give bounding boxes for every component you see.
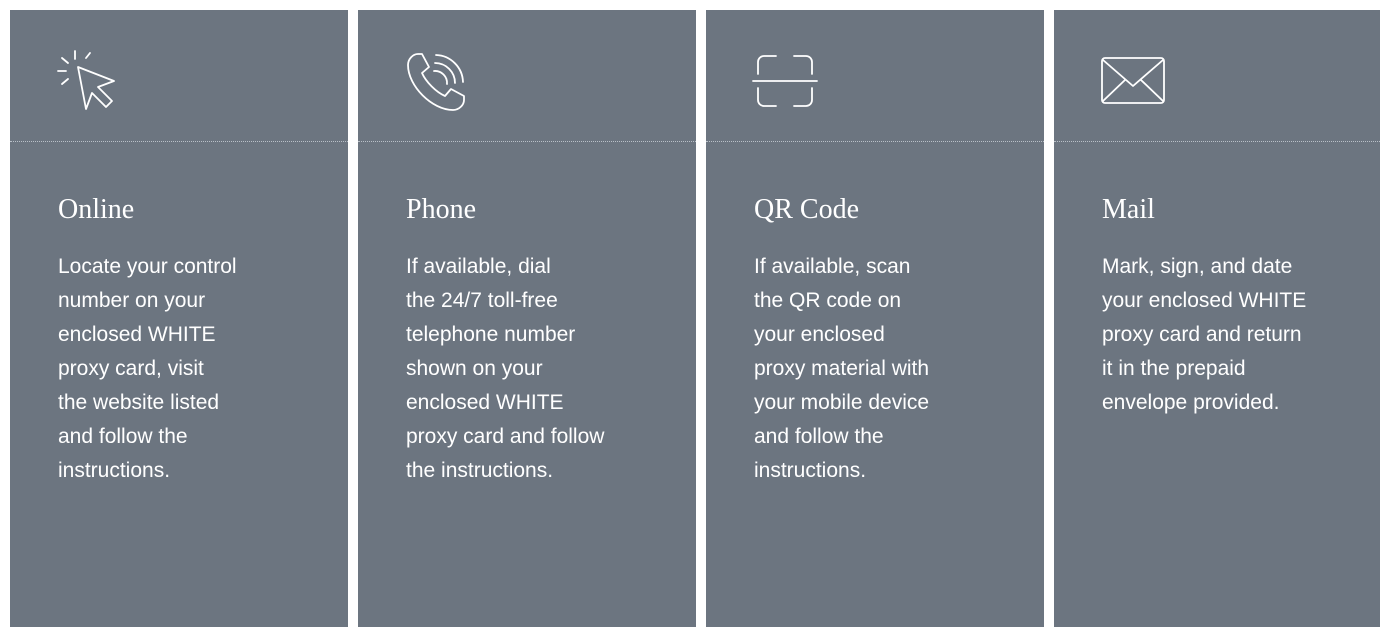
description-line: proxy card and return xyxy=(1102,323,1302,346)
description-line: enclosed WHITE xyxy=(58,323,216,346)
phone-ringing-icon xyxy=(402,46,472,116)
description-line: it in the prepaid xyxy=(1102,357,1246,380)
panel-divider xyxy=(358,141,696,142)
description-line: proxy card and follow xyxy=(406,425,605,448)
panel-title: QR Code xyxy=(754,194,859,225)
description-line: and follow the xyxy=(58,425,188,448)
description-line: Mark, sign, and date xyxy=(1102,255,1293,278)
description-line: your mobile device xyxy=(754,391,930,414)
qr-scan-icon xyxy=(750,46,820,116)
description-line: your enclosed WHITE xyxy=(1102,289,1307,312)
description-line: number on your xyxy=(58,289,206,312)
description-line: If available, scan xyxy=(754,255,911,278)
description-line: the 24/7 toll-free xyxy=(406,289,558,312)
panel-description: If available, dial the 24/7 toll-free te… xyxy=(406,250,604,488)
panel-divider xyxy=(1054,141,1380,142)
panel-description: Mark, sign, and date your enclosed WHITE… xyxy=(1102,250,1306,420)
description-line: instructions. xyxy=(58,459,171,482)
description-line: envelope provided. xyxy=(1102,391,1280,414)
description-line: instructions. xyxy=(754,459,867,482)
panel-divider xyxy=(706,141,1044,142)
description-line: telephone number xyxy=(406,323,576,346)
voting-methods: Online Locate your control number on you… xyxy=(10,10,1380,627)
description-line: enclosed WHITE xyxy=(406,391,564,414)
panel-mail: Mail Mark, sign, and date your enclosed … xyxy=(1054,10,1380,627)
description-line: the QR code on xyxy=(754,289,902,312)
panel-title: Phone xyxy=(406,194,476,225)
panel-description: If available, scan the QR code on your e… xyxy=(754,250,929,488)
panel-phone: Phone If available, dial the 24/7 toll-f… xyxy=(358,10,696,627)
panel-qr-code: QR Code If available, scan the QR code o… xyxy=(706,10,1044,627)
cursor-click-icon xyxy=(54,46,124,116)
panel-online: Online Locate your control number on you… xyxy=(10,10,348,627)
panel-divider xyxy=(10,141,348,142)
description-line: shown on your xyxy=(406,357,543,380)
description-line: proxy card, visit xyxy=(58,357,204,380)
panel-title: Mail xyxy=(1102,194,1155,225)
description-line: If available, dial xyxy=(406,255,551,278)
description-line: Locate your control xyxy=(58,255,237,278)
panel-title: Online xyxy=(58,194,135,225)
description-line: the instructions. xyxy=(406,459,554,482)
envelope-icon xyxy=(1098,46,1168,116)
description-line: and follow the xyxy=(754,425,884,448)
description-line: your enclosed xyxy=(754,323,885,346)
description-line: proxy material with xyxy=(754,357,930,380)
description-line: the website listed xyxy=(58,391,220,414)
panel-description: Locate your control number on your enclo… xyxy=(58,250,237,488)
